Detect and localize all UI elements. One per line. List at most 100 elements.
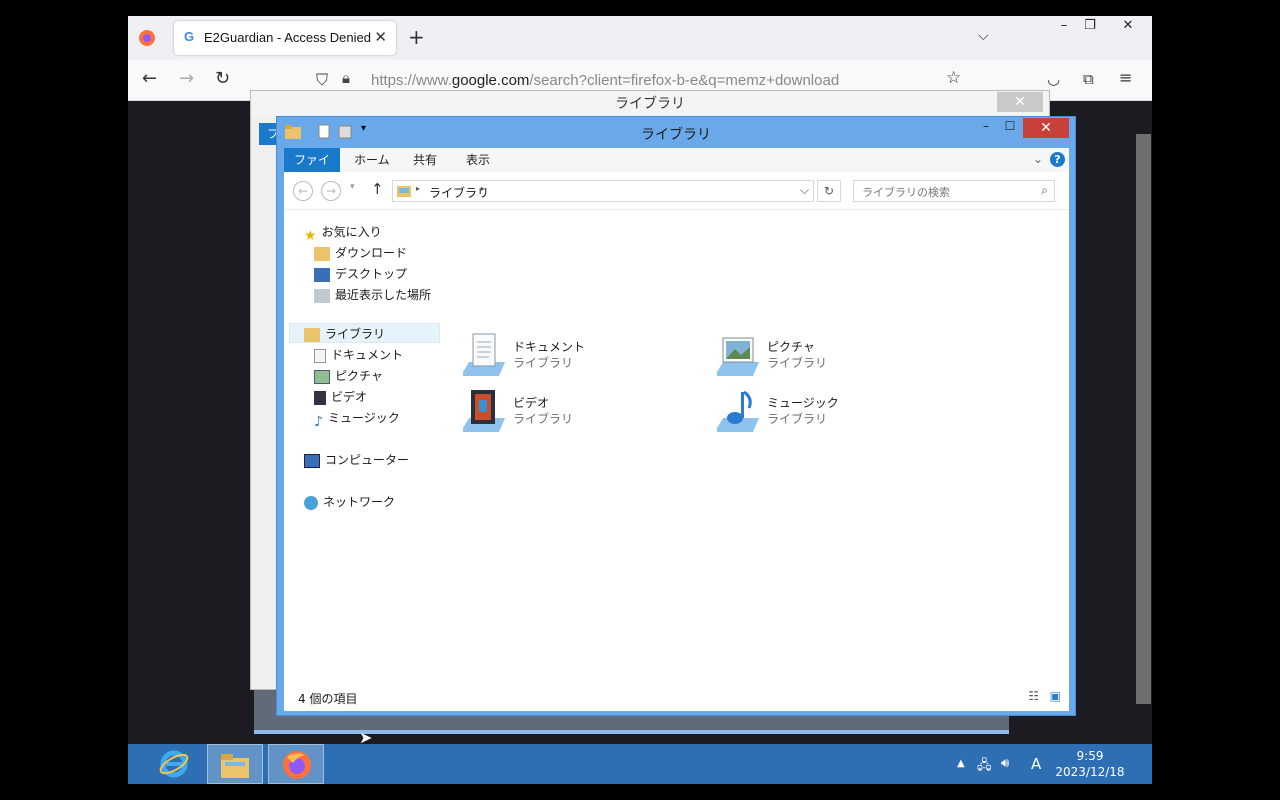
clock-time: 9:59 [1076, 749, 1104, 763]
nav-libraries[interactable]: ライブラリ [304, 324, 385, 344]
tab-home[interactable]: ホーム [344, 148, 400, 172]
forward-nav-icon[interactable]: → [321, 181, 341, 201]
address-row: ← → ▾ ↑ ▸ ライブラリ ▸ ⌵ ↻ ライブラリの検索 ⌕ [284, 172, 1069, 210]
library-tile-videos[interactable]: ビデオ ライブラリ [459, 388, 699, 440]
tile-subtitle: ライブラリ [767, 412, 828, 426]
browser-tab-bar: G E2Guardian - Access Denied ✕ + ⌵ – ❐ ✕ [128, 16, 1152, 60]
tab-share[interactable]: 共有 [403, 148, 447, 172]
clock-date: 2023/12/18 [1055, 765, 1125, 779]
mouse-cursor-icon: ➤ [359, 728, 373, 747]
url-text[interactable]: https://www.google.com/search?client=fir… [371, 72, 839, 89]
explorer-body: ★ お気に入り ダウンロード デスクトップ 最近表示した場所 ライブラリ ドキュメ… [284, 210, 1069, 683]
close-browser-icon[interactable]: ✕ [1110, 16, 1146, 38]
recent-locations-dropdown-icon[interactable]: ▾ [350, 182, 355, 192]
background-close-icon[interactable]: ✕ [997, 92, 1043, 112]
taskbar-internet-explorer[interactable] [146, 744, 202, 784]
status-bar: 4 個の項目 ☷ ▣ [284, 683, 1069, 711]
lock-icon[interactable]: 🔒︎ [342, 69, 350, 87]
background-window-title: ライブラリ [251, 91, 1049, 117]
library-tile-music[interactable]: ミュージック ライブラリ [713, 388, 953, 440]
taskbar: ▲ 🖧︎ 🔊︎ A 9:59 2023/12/18 [128, 744, 1152, 784]
libraries-icon [304, 327, 320, 342]
tracking-shield-icon[interactable]: ⛉ [316, 70, 328, 90]
search-icon[interactable]: ⌕ [1041, 183, 1048, 198]
music-library-icon [717, 390, 759, 432]
taskbar-firefox[interactable] [268, 744, 324, 784]
nav-favorites[interactable]: ★ お気に入り [304, 222, 382, 244]
forward-arrow-icon[interactable]: → [179, 68, 194, 89]
explorer-window[interactable]: ▾ ライブラリ – ☐ ✕ ファイル ホーム 共有 表示 ⌄ ? ← → ▾ ↑… [276, 116, 1076, 716]
tab-file[interactable]: ファイル [284, 148, 340, 191]
downloads-folder-icon [314, 246, 330, 261]
firefox-icon [283, 751, 311, 779]
back-nav-icon[interactable]: ← [293, 181, 313, 201]
firefox-view-icon[interactable] [136, 27, 158, 49]
close-tab-icon[interactable]: ✕ [374, 28, 387, 46]
tile-subtitle: ライブラリ [513, 356, 574, 370]
restore-browser-icon[interactable]: ❐ [1080, 16, 1100, 38]
explorer-title-bar[interactable]: ▾ ライブラリ – ☐ ✕ [277, 117, 1075, 147]
help-icon[interactable]: ? [1050, 152, 1065, 167]
nav-computer[interactable]: コンピューター [304, 450, 409, 470]
minimize-browser-icon[interactable]: – [1054, 16, 1074, 38]
maximize-icon[interactable]: ☐ [997, 119, 1023, 137]
minimize-icon[interactable]: – [973, 119, 999, 137]
back-arrow-icon[interactable]: ← [142, 68, 157, 89]
nav-documents[interactable]: ドキュメント [314, 345, 403, 365]
nav-recent-places[interactable]: 最近表示した場所 [314, 285, 431, 305]
documents-library-icon [463, 333, 505, 376]
large-icons-view-icon[interactable]: ▣ [1050, 689, 1061, 703]
desktop-icon [314, 267, 330, 282]
breadcrumb-libraries[interactable]: ライブラリ [429, 184, 489, 201]
close-window-icon[interactable]: ✕ [1023, 118, 1069, 138]
internet-explorer-icon [159, 750, 189, 778]
star-icon: ★ [304, 227, 317, 244]
volume-icon[interactable]: 🔊︎ [1001, 756, 1009, 771]
show-hidden-icons-icon[interactable]: ▲ [957, 758, 965, 769]
refresh-icon[interactable]: ↻ [817, 180, 841, 202]
expand-ribbon-chevron-icon[interactable]: ⌄ [1033, 152, 1043, 166]
pocket-icon[interactable]: ◡ [1047, 70, 1060, 88]
up-arrow-icon[interactable]: ↑ [371, 180, 384, 198]
nav-network[interactable]: ネットワーク [304, 492, 395, 512]
videos-library-icon [463, 390, 505, 432]
reload-icon[interactable]: ↻ [215, 68, 230, 89]
details-view-icon[interactable]: ☷ [1028, 689, 1039, 703]
pictures-library-icon [717, 337, 759, 376]
library-tile-pictures[interactable]: ピクチャ ライブラリ [713, 332, 953, 384]
system-clock[interactable]: 9:59 2023/12/18 [1040, 748, 1140, 780]
network-icon [304, 495, 318, 510]
browser-tab-active[interactable]: G E2Guardian - Access Denied ✕ [174, 21, 396, 55]
nav-downloads[interactable]: ダウンロード [314, 243, 407, 263]
scrollbar-thumb[interactable] [1136, 134, 1151, 704]
tile-subtitle: ライブラリ [513, 412, 574, 426]
library-tile-documents[interactable]: ドキュメント ライブラリ [459, 332, 699, 384]
nav-pictures[interactable]: ピクチャ [314, 366, 383, 386]
tab-view[interactable]: 表示 [456, 148, 500, 172]
extensions-icon[interactable]: ⧉ [1083, 70, 1094, 88]
tile-name: ドキュメント [513, 340, 586, 354]
bookmark-star-icon[interactable]: ☆ [946, 68, 961, 88]
libraries-folder-icon [397, 186, 411, 197]
nav-desktop[interactable]: デスクトップ [314, 264, 407, 284]
menu-hamburger-icon[interactable]: ≡ [1119, 68, 1132, 87]
address-dropdown-icon[interactable]: ⌵ [800, 183, 809, 198]
breadcrumb-separator-icon[interactable]: ▸ [416, 184, 420, 193]
taskbar-file-explorer[interactable] [207, 744, 263, 784]
list-all-tabs-chevron-icon[interactable]: ⌵ [978, 28, 989, 44]
ribbon-tabs: ファイル ホーム 共有 表示 ⌄ ? [284, 148, 1069, 191]
music-note-icon: ♪ [314, 413, 323, 430]
nav-videos[interactable]: ビデオ [314, 387, 367, 407]
pictures-icon [314, 369, 330, 384]
new-tab-button[interactable]: + [408, 25, 425, 49]
nav-music[interactable]: ♪ ミュージック [314, 408, 400, 430]
videos-icon [314, 390, 326, 405]
network-status-icon[interactable]: 🖧︎ [977, 756, 992, 778]
search-input[interactable]: ライブラリの検索 ⌕ [853, 180, 1055, 202]
breadcrumb-separator-icon[interactable]: ▸ [481, 184, 485, 193]
documents-icon [314, 348, 326, 363]
address-bar[interactable]: ▸ ライブラリ ▸ ⌵ [392, 180, 814, 202]
explorer-window-title: ライブラリ [641, 127, 711, 143]
desktop-screen: G E2Guardian - Access Denied ✕ + ⌵ – ❐ ✕… [128, 16, 1152, 784]
file-explorer-icon [221, 754, 249, 778]
